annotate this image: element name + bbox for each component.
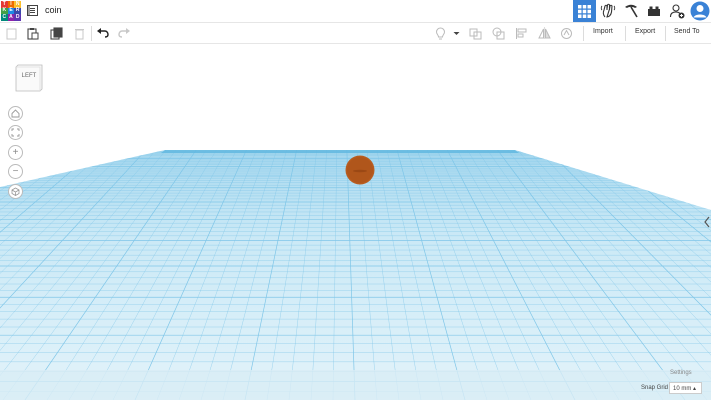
new-shape-icon[interactable] — [5, 27, 18, 40]
snap-grid-label: Snap Grid — [641, 385, 669, 391]
home-view-button[interactable] — [8, 106, 23, 121]
toolbar-divider — [665, 26, 666, 41]
toolbar-divider — [91, 26, 92, 41]
group-icon[interactable] — [469, 27, 482, 40]
snap-grid-select[interactable]: 10 mm ▴ — [669, 382, 702, 394]
hand-wave-icon — [600, 3, 615, 18]
snap-grid-arrow-icon: ▴ — [693, 386, 697, 392]
perspective-cube-icon — [11, 187, 20, 196]
mirror-icon[interactable] — [538, 27, 551, 40]
grid-view-icon — [578, 4, 591, 18]
edit-toolbar: Import Export Send To — [0, 22, 711, 44]
ungroup-icon[interactable] — [492, 27, 505, 40]
paste-icon[interactable] — [26, 27, 39, 40]
export-button[interactable]: Export — [635, 28, 655, 35]
grid-view-button[interactable] — [573, 0, 596, 22]
duplicate-icon[interactable] — [50, 27, 63, 40]
settings-link[interactable]: Settings — [670, 370, 692, 376]
cruise-icon[interactable] — [560, 27, 573, 40]
logo-tile: C — [1, 14, 8, 21]
blocks-button[interactable] — [619, 0, 642, 22]
zoom-out-button[interactable]: − — [8, 164, 23, 179]
plus-icon: + — [12, 146, 19, 158]
home-icon — [11, 109, 20, 118]
zoom-in-button[interactable]: + — [8, 145, 23, 160]
toolbar-divider — [625, 26, 626, 41]
design-title[interactable]: coin — [45, 5, 62, 15]
add-user-icon — [669, 4, 684, 19]
undo-icon[interactable] — [96, 27, 109, 40]
delete-icon[interactable] — [73, 27, 86, 40]
snap-grid-value: 10 mm — [673, 386, 692, 392]
sim-lab-button[interactable] — [596, 0, 619, 22]
workplane-viewport[interactable] — [0, 44, 711, 400]
coin-shape[interactable] — [345, 155, 375, 185]
view-cube-label: LEFT — [21, 73, 37, 79]
tinkercad-logo[interactable]: TINKERCAD — [1, 1, 21, 21]
invite-user-button[interactable] — [665, 0, 688, 22]
bricks-button[interactable] — [642, 0, 665, 22]
align-icon[interactable] — [515, 27, 528, 40]
light-bulb-icon[interactable] — [434, 27, 447, 40]
minus-icon: − — [12, 165, 19, 177]
ortho-view-button[interactable] — [8, 184, 23, 199]
import-button[interactable]: Import — [593, 28, 613, 35]
fit-view-icon — [11, 128, 20, 137]
avatar-icon — [690, 1, 709, 21]
chevron-left-icon — [704, 216, 710, 228]
top-right-actions — [573, 0, 711, 22]
pickaxe-icon — [624, 4, 638, 18]
account-button[interactable] — [688, 0, 711, 22]
logo-tile: A — [7, 14, 15, 21]
logo-tile: D — [14, 14, 21, 21]
brick-icon — [647, 6, 660, 16]
chevron-down-icon[interactable] — [452, 27, 461, 40]
redo-icon[interactable] — [118, 27, 131, 40]
workplane-near-band — [0, 370, 711, 400]
top-bar: TINKERCAD coin — [0, 0, 711, 22]
fit-view-button[interactable] — [8, 125, 23, 140]
shapes-panel-toggle[interactable] — [703, 214, 711, 230]
toolbar-divider — [583, 26, 584, 41]
workplane-far-edge — [161, 150, 519, 153]
design-menu-icon[interactable] — [27, 5, 38, 16]
send-to-button[interactable]: Send To — [674, 28, 700, 35]
